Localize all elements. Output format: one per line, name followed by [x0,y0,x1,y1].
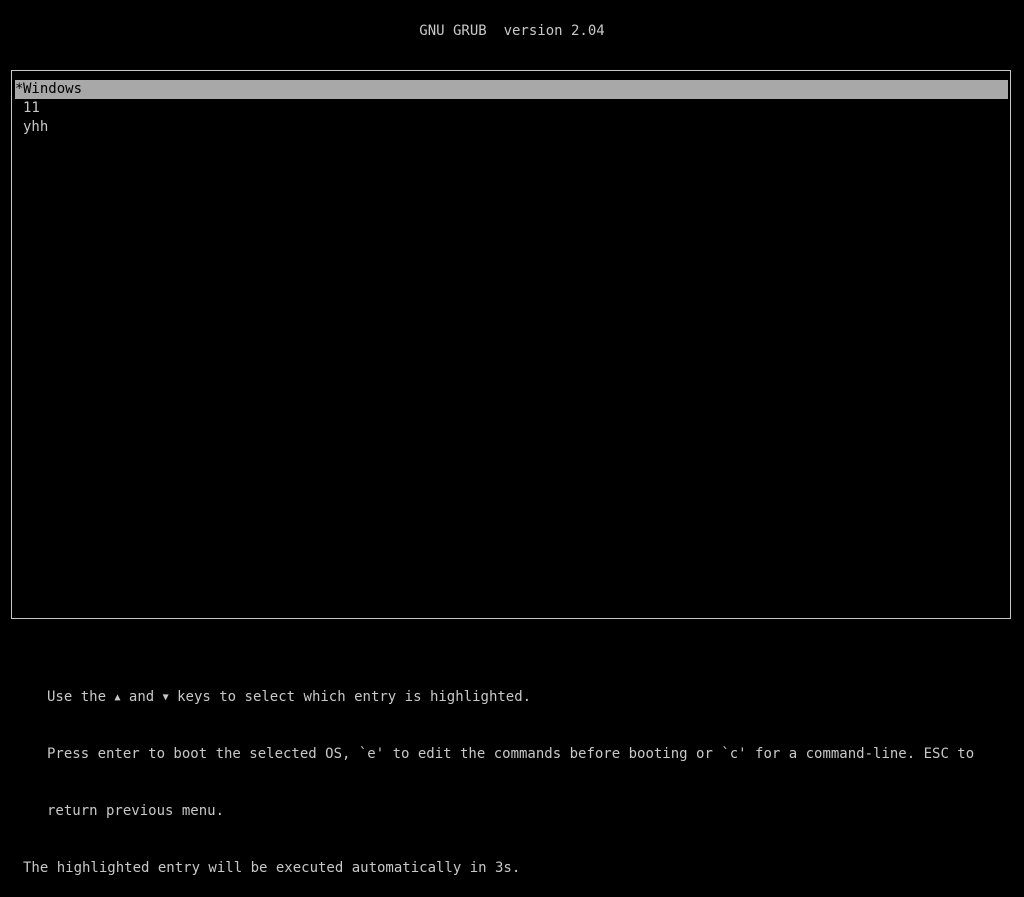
grub-header-title: GNU GRUB version 2.04 [419,23,605,39]
boot-menu-frame: *Windows 11 yhh [11,70,1011,619]
boot-menu-list: *Windows 11 yhh [15,80,1008,137]
help-text: Use the ▲ and ▼ keys to select which ent… [23,650,1003,897]
help-line-boot-edit: Press enter to boot the selected OS, `e'… [47,746,975,762]
boot-entry-11[interactable]: 11 [15,99,1008,118]
boot-entry-label: yhh [23,119,49,135]
boot-entry-yhh[interactable]: yhh [15,118,1008,137]
help-line-navigation: Use the ▲ and ▼ keys to select which ent… [47,689,532,705]
countdown-text: The highlighted entry will be executed a… [23,860,521,876]
boot-entry-label: 11 [23,100,40,116]
boot-entry-label: Windows [23,81,83,97]
help-line-return: return previous menu. [47,803,225,819]
selected-marker: * [15,81,24,97]
boot-entry-windows[interactable]: *Windows [15,80,1008,99]
